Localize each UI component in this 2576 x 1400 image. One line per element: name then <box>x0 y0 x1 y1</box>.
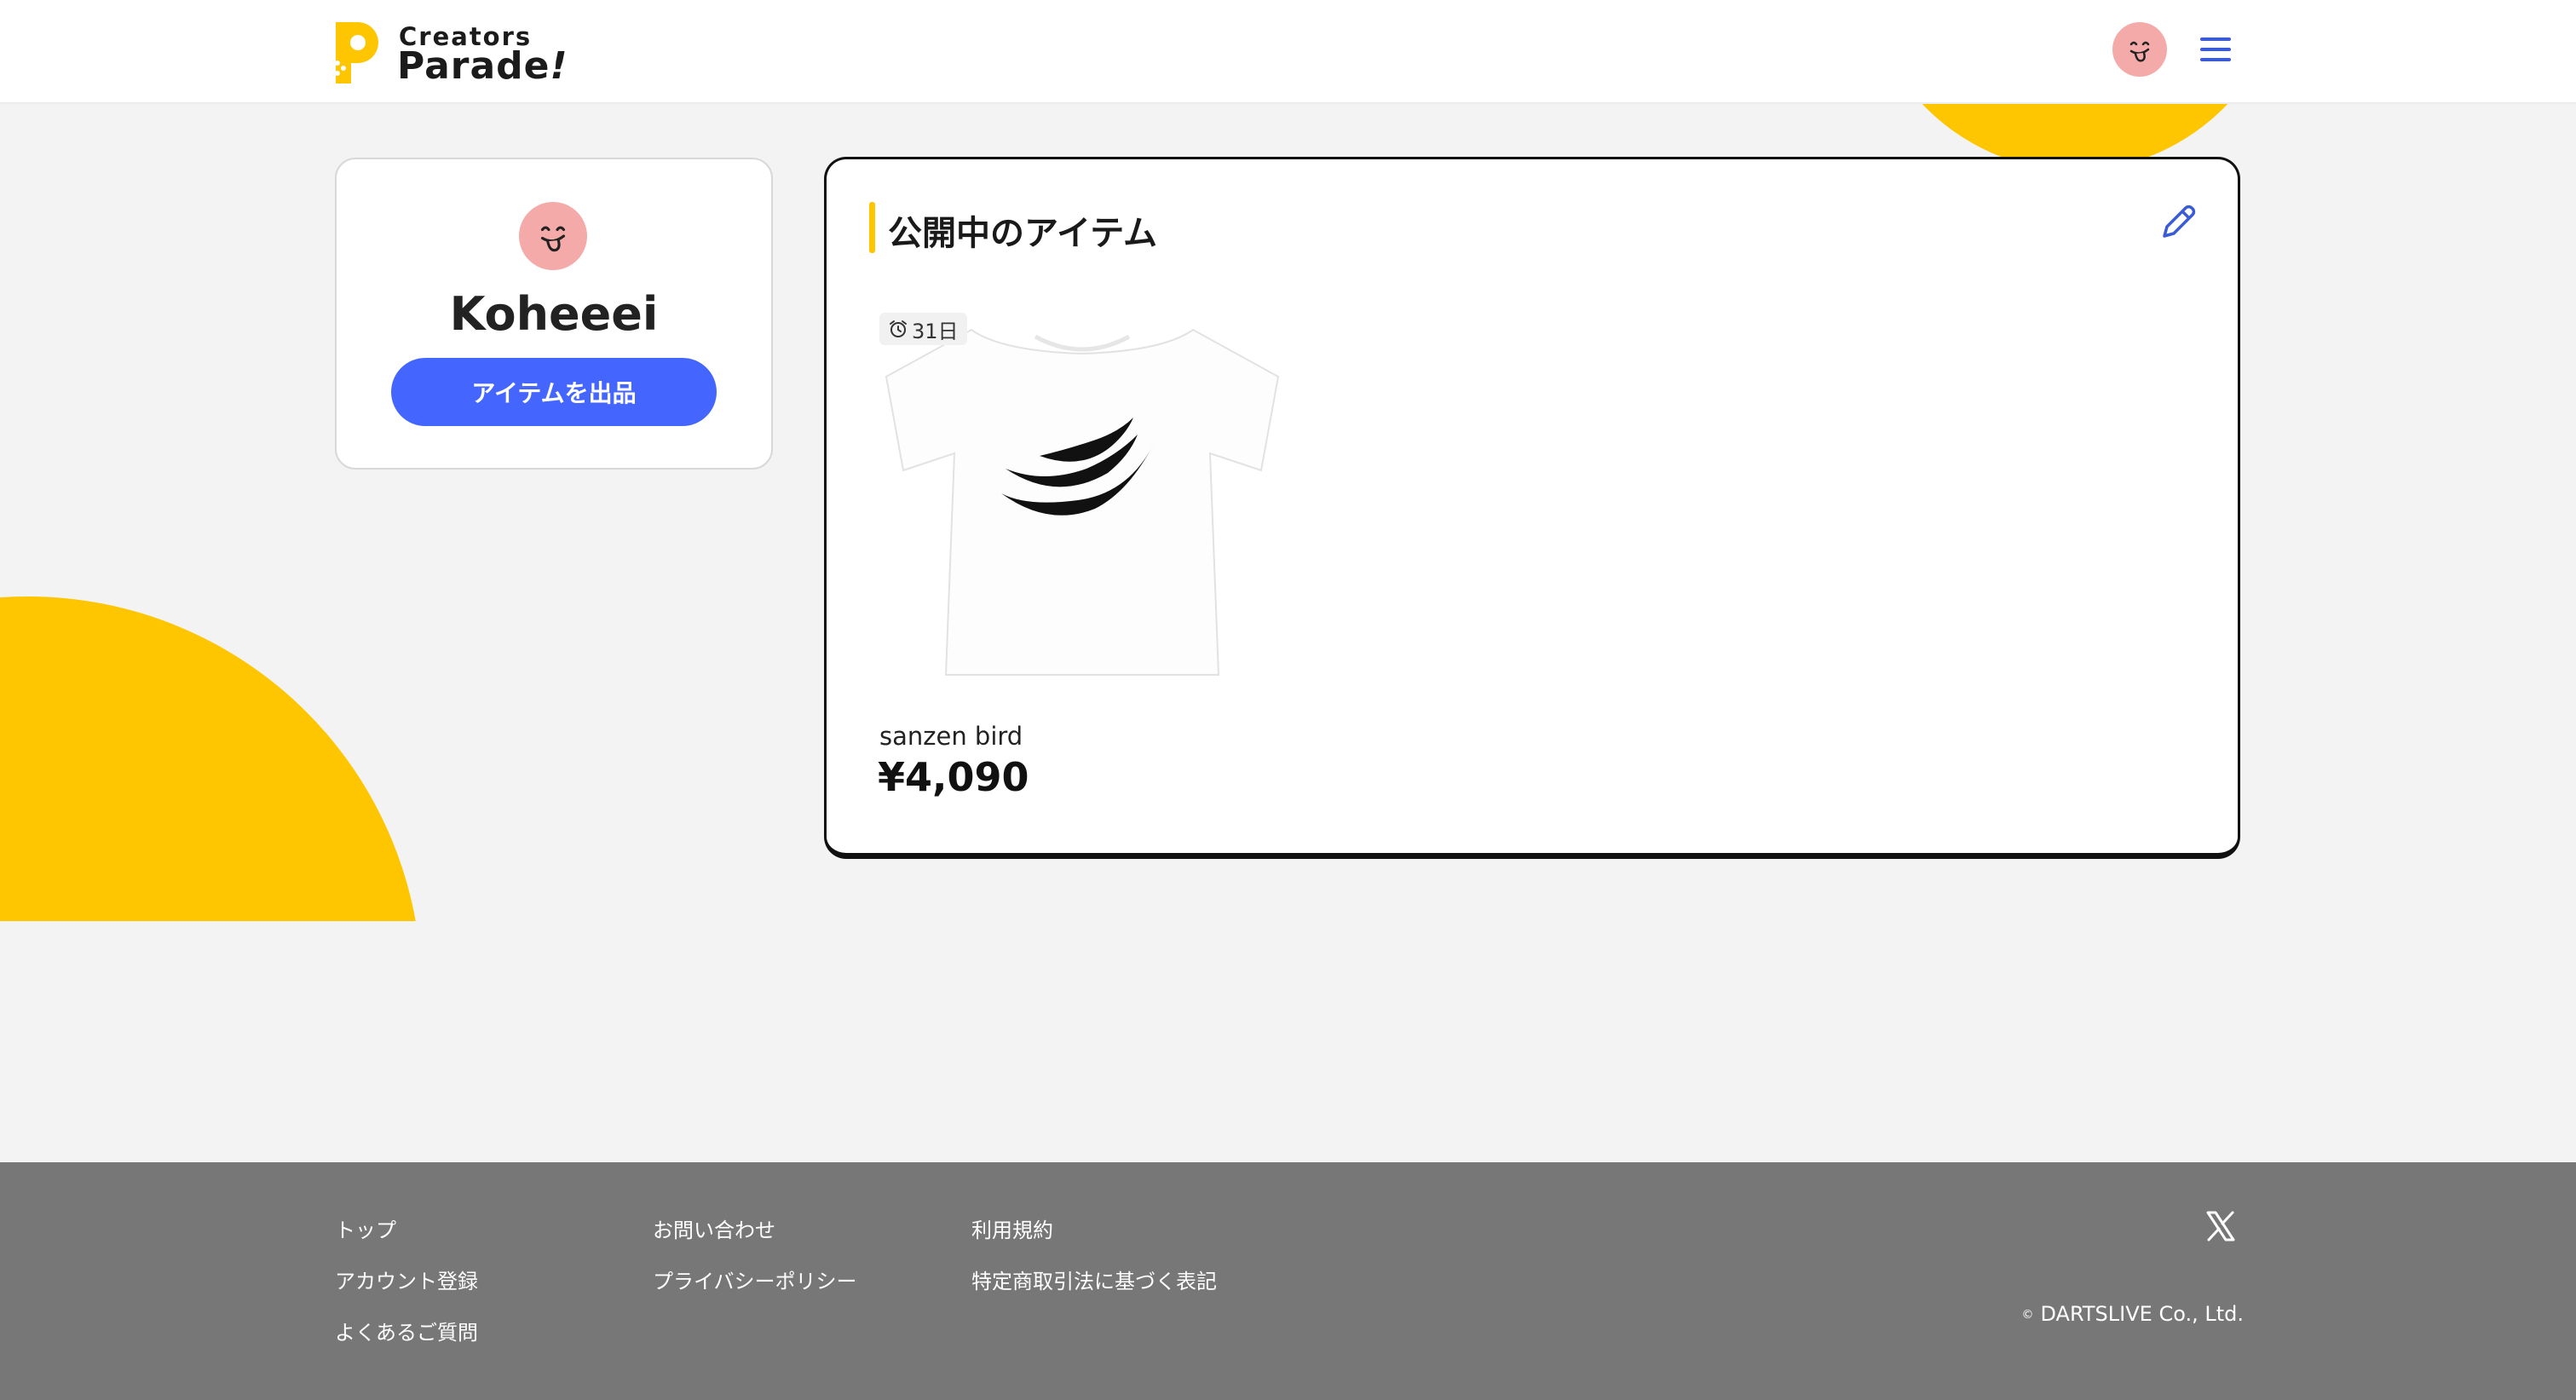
tongue-face-icon <box>2129 41 2150 62</box>
footer-link-terms[interactable]: 利用規約 <box>971 1207 1217 1258</box>
pencil-icon <box>2163 205 2196 238</box>
list-item-button[interactable]: アイテムを出品 <box>391 358 717 426</box>
footer-link-privacy[interactable]: プライバシーポリシー <box>653 1258 857 1309</box>
logo-text-parade: Parade <box>397 44 550 88</box>
logo-p-mark-icon <box>335 22 378 84</box>
footer-link-faq[interactable]: よくあるご質問 <box>335 1309 478 1360</box>
copyright-mark: © <box>2021 1308 2034 1322</box>
edit-button[interactable] <box>2156 200 2200 245</box>
profile-name: Koheeei <box>449 287 659 341</box>
yellow-circle-left <box>0 596 422 921</box>
site-header: Creators Parade! <box>0 0 2576 104</box>
tongue-face-icon <box>540 226 566 252</box>
logo-text-bottom: Parade! <box>397 44 568 88</box>
copyright-text: DARTSLIVE Co., Ltd. <box>2040 1302 2244 1326</box>
footer-link-signup[interactable]: アカウント登録 <box>335 1258 478 1309</box>
hamburger-menu-icon-line <box>2200 37 2231 41</box>
section-title: 公開中のアイテム <box>888 214 1157 253</box>
hamburger-menu-button[interactable] <box>2197 34 2234 65</box>
footer-link-commerce-law[interactable]: 特定商取引法に基づく表記 <box>971 1258 1217 1309</box>
footer-column-2: お問い合わせ プライバシーポリシー <box>653 1207 857 1309</box>
profile-card: Koheeei アイテムを出品 <box>335 158 773 470</box>
x-social-link[interactable] <box>2204 1209 2238 1243</box>
item-name: sanzen bird <box>879 722 1023 751</box>
alarm-clock-icon <box>890 320 907 337</box>
site-footer: トップ アカウント登録 よくあるご質問 お問い合わせ プライバシーポリシー 利用… <box>0 1162 2576 1400</box>
user-avatar[interactable] <box>2112 22 2167 77</box>
profile-avatar <box>519 202 587 270</box>
deadline-badge: 31日 <box>879 313 967 345</box>
deadline-text: 31日 <box>912 319 959 343</box>
tshirt-image <box>885 328 1280 676</box>
item-price: ¥4,090 <box>878 754 1029 800</box>
published-items-panel: 公開中のアイテム 31日 sanzen bird ¥4,090 <box>824 157 2240 859</box>
item-card[interactable]: 31日 sanzen bird ¥4,090 <box>878 304 1287 815</box>
section-accent-bar <box>869 202 875 253</box>
footer-link-top[interactable]: トップ <box>335 1207 478 1258</box>
footer-column-1: トップ アカウント登録 よくあるご質問 <box>335 1207 478 1360</box>
footer-link-contact[interactable]: お問い合わせ <box>653 1207 857 1258</box>
hamburger-menu-icon-line <box>2200 48 2231 51</box>
logo-text-bang: ! <box>550 44 568 88</box>
copyright: © DARTSLIVE Co., Ltd. <box>2021 1302 2244 1326</box>
x-logo-icon <box>2206 1211 2235 1242</box>
footer-column-3: 利用規約 特定商取引法に基づく表記 <box>971 1207 1217 1309</box>
hamburger-menu-icon-line <box>2200 58 2231 61</box>
creators-parade-logo[interactable]: Creators Parade! <box>332 15 571 89</box>
